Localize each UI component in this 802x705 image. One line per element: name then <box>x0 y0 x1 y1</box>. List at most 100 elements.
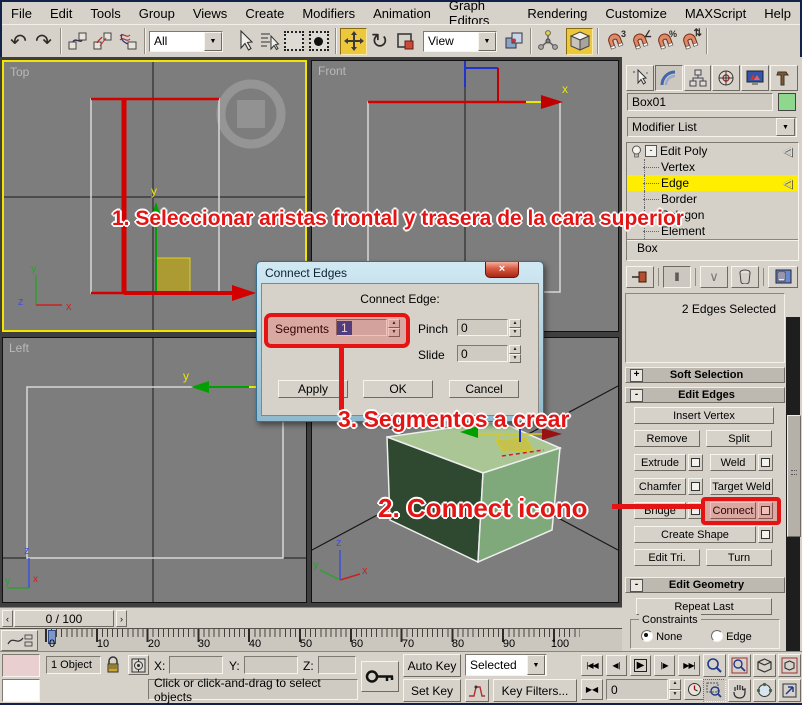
collapse-icon[interactable]: - <box>630 389 643 402</box>
auto-key-button[interactable]: Auto Key <box>403 654 461 677</box>
tab-motion[interactable] <box>712 65 740 91</box>
key-selection-dropdown[interactable]: Selected ▼ <box>465 654 547 676</box>
menu-group[interactable]: Group <box>130 3 184 24</box>
chevron-down-icon[interactable]: ▼ <box>527 655 545 675</box>
dialog-close-button[interactable]: × <box>485 262 519 278</box>
target-weld-button[interactable]: Target Weld <box>710 478 773 495</box>
chamfer-settings-button[interactable] <box>688 478 703 495</box>
set-key-button[interactable]: Set Key <box>403 679 461 702</box>
stack-row-vertex[interactable]: Vertex <box>627 159 798 175</box>
maxscript-mini-listener-white[interactable] <box>2 679 40 702</box>
repeat-last-button[interactable]: Repeat Last <box>636 598 772 615</box>
collapse-box-icon[interactable]: - <box>645 145 657 157</box>
collapse-icon[interactable]: - <box>630 579 643 592</box>
menu-file[interactable]: File <box>2 3 41 24</box>
arc-rotate-button[interactable] <box>753 679 776 702</box>
angle-snap-toggle-icon[interactable]: ∠ <box>627 29 652 54</box>
selection-filter-dropdown[interactable]: All ▼ <box>149 31 223 52</box>
select-and-scale-icon[interactable] <box>392 29 417 54</box>
frame-spinner[interactable]: ▲▼ <box>669 679 681 700</box>
extrude-settings-button[interactable] <box>688 454 703 471</box>
undo-icon[interactable]: ↶ <box>6 29 31 54</box>
object-name-field[interactable] <box>628 94 772 110</box>
select-and-move-icon[interactable] <box>340 28 367 55</box>
menu-edit[interactable]: Edit <box>41 3 81 24</box>
absolute-mode-transform-toggle[interactable] <box>128 655 149 675</box>
rollout-edit-edges[interactable]: -Edit Edges <box>625 387 785 403</box>
reference-coordinate-dropdown[interactable]: View ▼ <box>423 31 497 52</box>
panel-scrollbar[interactable] <box>786 317 800 651</box>
pin-stack-icon[interactable] <box>626 266 654 288</box>
pan-view-button[interactable] <box>728 679 751 702</box>
x-coord-field[interactable] <box>169 656 223 674</box>
spinner-snap-toggle-icon[interactable]: ⇅ <box>677 29 702 54</box>
previous-frame-button[interactable]: ◀| <box>606 655 627 676</box>
slide-field[interactable]: 0 <box>457 345 508 362</box>
window-crossing-toggle-icon[interactable] <box>306 29 331 54</box>
chevron-down-icon[interactable]: ▼ <box>478 32 496 51</box>
rectangular-selection-region-icon[interactable] <box>281 29 306 54</box>
chamfer-button[interactable]: Chamfer <box>634 478 686 495</box>
edit-tri-button[interactable]: Edit Tri. <box>634 549 700 566</box>
menu-views[interactable]: Views <box>184 3 236 24</box>
apply-button[interactable]: Apply <box>278 380 348 398</box>
current-frame-field[interactable]: 0 <box>606 679 668 700</box>
tab-display[interactable] <box>741 65 769 91</box>
rollout-soft-selection[interactable]: +Soft Selection <box>625 367 785 383</box>
time-slider-next-icon[interactable]: › <box>116 610 127 627</box>
menu-animation[interactable]: Animation <box>364 3 440 24</box>
track-bar[interactable]: 0 10 20 30 40 50 60 70 80 90 100 <box>0 628 622 651</box>
create-shape-button[interactable]: Create Shape <box>634 526 756 543</box>
use-pivot-point-center-icon[interactable] <box>501 29 526 54</box>
time-slider-prev-icon[interactable]: ‹ <box>2 610 13 627</box>
default-in-out-tangent-icon[interactable] <box>465 679 489 702</box>
stack-row-edit-poly[interactable]: - Edit Poly ◁ <box>627 143 798 159</box>
split-button[interactable]: Split <box>706 430 772 447</box>
cancel-button[interactable]: Cancel <box>449 380 519 398</box>
min-max-toggle-button[interactable] <box>778 679 801 702</box>
open-mini-curve-editor-button[interactable] <box>1 630 38 651</box>
menu-maxscript[interactable]: MAXScript <box>676 3 755 24</box>
unlink-selection-icon[interactable] <box>90 29 115 54</box>
constraint-none-radio[interactable]: None <box>641 630 682 643</box>
time-slider-handle[interactable]: 0 / 100 <box>14 610 114 627</box>
menu-create[interactable]: Create <box>236 3 293 24</box>
select-object-icon[interactable] <box>231 29 256 54</box>
configure-modifier-sets-icon[interactable] <box>768 266 798 288</box>
chevron-down-icon[interactable]: ▼ <box>204 32 222 51</box>
turn-button[interactable]: Turn <box>706 549 772 566</box>
weld-button[interactable]: Weld <box>710 454 756 471</box>
go-to-end-button[interactable]: ▶▶| <box>678 655 700 676</box>
chevron-down-icon[interactable]: ▼ <box>776 118 795 136</box>
show-end-result-icon[interactable]: ‖ <box>663 266 691 288</box>
tab-hierarchy[interactable] <box>684 65 712 91</box>
z-coord-field[interactable] <box>318 656 356 674</box>
expand-icon[interactable]: + <box>630 369 643 382</box>
set-keys-button[interactable] <box>361 661 399 692</box>
slide-spinner[interactable]: ▲▼ <box>509 345 521 362</box>
stack-row-box[interactable]: Box <box>627 239 798 256</box>
menu-help[interactable]: Help <box>755 3 800 24</box>
maxscript-mini-listener-pink[interactable] <box>2 654 40 677</box>
constraint-edge-radio[interactable]: Edge <box>711 630 752 643</box>
go-to-start-button[interactable]: |◀◀ <box>581 655 603 676</box>
tab-modify[interactable] <box>655 65 683 91</box>
key-mode-toggle-button[interactable]: ▶◀ <box>581 679 603 700</box>
pinch-field[interactable]: 0 <box>457 319 508 336</box>
select-and-manipulate-icon[interactable] <box>535 29 560 54</box>
tab-utilities[interactable] <box>770 65 798 91</box>
redo-icon[interactable]: ↷ <box>31 29 56 54</box>
play-button[interactable]: ▶ <box>630 655 651 676</box>
stack-row-edge[interactable]: Edge◁ <box>627 175 798 191</box>
modifier-list-dropdown[interactable]: Modifier List ▼ <box>627 117 797 137</box>
select-and-link-icon[interactable] <box>65 29 90 54</box>
menu-customize[interactable]: Customize <box>596 3 675 24</box>
snaps-toggle-icon[interactable]: 3 <box>602 29 627 54</box>
remove-button[interactable]: Remove <box>634 430 700 447</box>
object-color-swatch[interactable] <box>778 93 796 111</box>
lightbulb-icon[interactable] <box>631 145 642 158</box>
y-coord-field[interactable] <box>244 656 298 674</box>
time-configuration-button[interactable] <box>684 679 705 700</box>
make-unique-icon[interactable]: ∨ <box>700 266 728 288</box>
menu-rendering[interactable]: Rendering <box>518 3 596 24</box>
